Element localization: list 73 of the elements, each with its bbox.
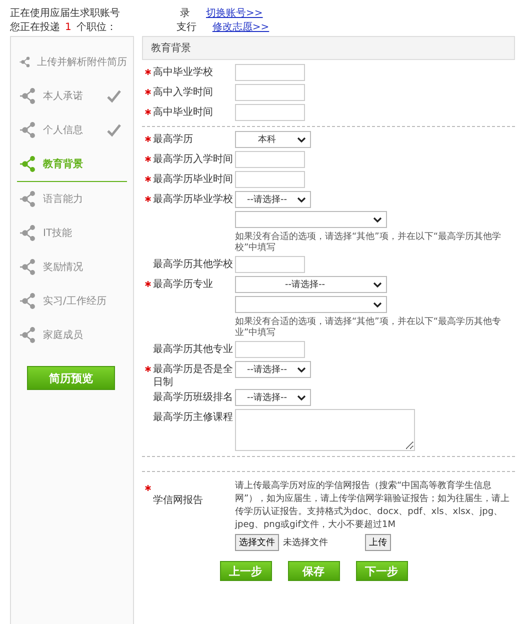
step-button[interactable]: 下一步 xyxy=(356,561,408,581)
dropdown[interactable] xyxy=(235,296,387,313)
share-icon xyxy=(19,259,37,275)
sidebar-item[interactable]: 教育背景 xyxy=(17,147,127,182)
change-preference-link[interactable]: 修改志愿>> xyxy=(212,20,270,34)
chevron-down-icon xyxy=(297,197,306,203)
sidebar-item[interactable]: 上传并解析附件简历 xyxy=(17,45,127,79)
field-label: 最高学历 xyxy=(153,134,193,145)
switch-account-link[interactable]: 切换账号>> xyxy=(206,6,263,20)
share-icon xyxy=(19,327,37,343)
field-label: 最高学历专业 xyxy=(153,279,213,290)
share-icon xyxy=(19,88,37,104)
chevron-down-icon xyxy=(373,282,382,288)
branch-text: 支行 xyxy=(176,20,196,34)
input-field[interactable] xyxy=(235,64,305,81)
dropdown[interactable]: --请选择-- xyxy=(235,389,311,406)
share-icon xyxy=(19,54,31,70)
share-icon xyxy=(19,293,37,309)
field-label: 最高学历毕业学校 xyxy=(153,194,233,205)
dropdown[interactable]: 本科 xyxy=(235,131,311,148)
chevron-down-icon xyxy=(373,302,382,308)
upload-instructions: 请上传最高学历对应的学信网报告（搜索“中国高等教育学生信息网”），如为应届生，请上传学信网学籍验证报告；如为往届生，请上传学历认证报告。支持格式为doc、docx、pdf、xls、xlsx、jpg、jpeg、png或gif文件，大小不要超过1M xyxy=(235,480,511,532)
share-icon xyxy=(19,122,37,138)
dropdown[interactable]: --请选择-- xyxy=(235,191,311,208)
sidebar-item[interactable]: 奖励情况 xyxy=(17,250,127,284)
field-label: 最高学历是否是全日制 xyxy=(153,364,233,388)
hint-text: 如果没有合适的选项，请选择“其他”项，并在以下“最高学历其他专业”中填写 xyxy=(235,316,502,340)
field-label: 高中入学时间 xyxy=(153,87,213,98)
dropdown[interactable] xyxy=(235,211,387,228)
sidebar-item[interactable]: 家庭成员 xyxy=(17,318,127,352)
account-text: 录 xyxy=(180,7,190,20)
chevron-down-icon xyxy=(297,395,306,401)
field-label: 最高学历毕业时间 xyxy=(153,174,233,185)
field-label: 最高学历其他学校 xyxy=(153,259,233,270)
field-label: 最高学历入学时间 xyxy=(153,154,233,165)
sidebar-item[interactable]: 语言能力 xyxy=(17,182,127,216)
share-icon xyxy=(19,191,37,207)
position-count: 1 xyxy=(65,22,72,32)
input-field[interactable] xyxy=(235,256,305,273)
field-label: 高中毕业学校 xyxy=(153,67,213,78)
field-label: 最高学历班级排名 xyxy=(153,392,233,403)
input-field[interactable] xyxy=(235,151,305,168)
applying-text: 您正在投递 xyxy=(10,20,60,34)
resume-preview-button[interactable]: 简历预览 xyxy=(27,366,115,390)
field-label: 最高学历主修课程 xyxy=(153,412,233,423)
upload-button[interactable]: 上传 xyxy=(365,534,391,551)
chevron-down-icon xyxy=(297,367,306,373)
share-icon xyxy=(19,156,37,172)
dropdown[interactable]: --请选择-- xyxy=(235,361,311,378)
field-label: 高中毕业时间 xyxy=(153,107,213,118)
sidebar-item[interactable]: 本人承诺 xyxy=(17,79,127,113)
sidebar-item[interactable]: IT技能 xyxy=(17,216,127,250)
share-icon xyxy=(19,225,37,241)
input-field[interactable] xyxy=(235,171,305,188)
section-header: 教育背景 xyxy=(142,36,515,60)
sidebar-item[interactable]: 实习/工作经历 xyxy=(17,284,127,318)
hint-text: 如果没有合适的选项，请选择“其他”项，并在以下“最高学历其他学校”中填写 xyxy=(235,231,502,255)
chevron-down-icon xyxy=(297,137,306,143)
input-field[interactable] xyxy=(235,84,305,101)
dropdown[interactable]: --请选择-- xyxy=(235,276,387,293)
sidebar-item[interactable]: 个人信息 xyxy=(17,113,127,147)
choose-file-button[interactable]: 选择文件 xyxy=(235,534,279,551)
input-field[interactable] xyxy=(235,104,305,121)
input-field[interactable] xyxy=(235,341,305,358)
step-button[interactable]: 上一步 xyxy=(220,561,272,581)
field-label: 学信网报告 xyxy=(153,495,203,506)
text-area[interactable] xyxy=(235,409,415,451)
file-status-text: 未选择文件 xyxy=(283,536,329,549)
chevron-down-icon xyxy=(373,217,382,223)
applying-text: 个职位： xyxy=(76,21,116,34)
field-label: 最高学历其他专业 xyxy=(153,344,233,355)
account-text: 正在使用应届生求职账号 xyxy=(10,6,120,20)
step-button[interactable]: 保存 xyxy=(288,561,340,581)
